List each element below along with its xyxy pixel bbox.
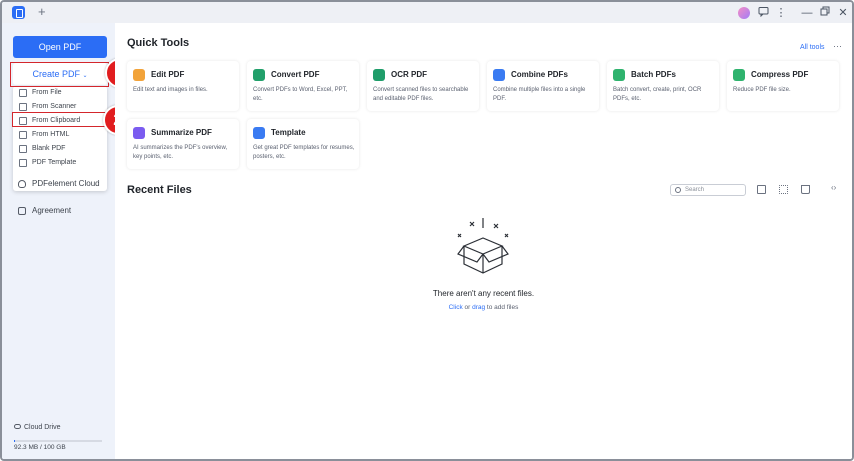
app-logo-icon bbox=[12, 6, 25, 19]
scanner-icon bbox=[19, 103, 27, 111]
empty-box-illustration bbox=[457, 218, 509, 274]
restore-icon[interactable] bbox=[818, 6, 832, 20]
add-tab-icon[interactable]: + bbox=[38, 4, 46, 19]
template-icon bbox=[19, 159, 27, 167]
more-options-icon[interactable]: ⋯ bbox=[833, 41, 842, 52]
recent-files-title: Recent Files bbox=[127, 184, 192, 196]
title-bar: + ⋮ — ✕ bbox=[2, 2, 852, 23]
avatar-icon[interactable] bbox=[738, 7, 750, 19]
card-title: Batch PDFs bbox=[631, 70, 676, 79]
card-title: Convert PDF bbox=[271, 70, 320, 79]
card-desc: Reduce PDF file size. bbox=[733, 87, 791, 93]
empty-hint: Click or drag to add files bbox=[115, 304, 852, 311]
card-desc: Get great PDF templates for resumes, pos… bbox=[253, 145, 355, 160]
search-input[interactable]: Search bbox=[670, 184, 746, 196]
card-desc: AI summarizes the PDF's overview, key po… bbox=[133, 145, 228, 160]
delete-icon[interactable] bbox=[801, 185, 810, 194]
card-desc: Convert PDFs to Word, Excel, PPT, etc. bbox=[253, 87, 348, 102]
card-desc: Combine multiple files into a single PDF… bbox=[493, 87, 586, 102]
menu-item-label: PDF Template bbox=[32, 159, 77, 166]
click-link[interactable]: Click bbox=[449, 304, 463, 311]
tool-card-edit-pdf[interactable]: Edit PDF Edit text and images in files. bbox=[127, 61, 239, 111]
edit-pdf-icon bbox=[133, 69, 145, 81]
create-pdf-menu: From File From Scanner From Clipboard Fr… bbox=[13, 86, 107, 191]
step2-highlight bbox=[12, 112, 108, 127]
tool-card-template[interactable]: Template Get great PDF templates for res… bbox=[247, 119, 359, 169]
menu-item-from-html[interactable]: From HTML bbox=[13, 128, 107, 142]
sidebar: Open PDF Create PDF ⌄ From File From Sca… bbox=[2, 23, 115, 459]
tool-card-batch-pdfs[interactable]: Batch PDFs Batch convert, create, print,… bbox=[607, 61, 719, 111]
tool-card-combine-pdfs[interactable]: Combine PDFs Combine multiple files into… bbox=[487, 61, 599, 111]
tool-card-compress-pdf[interactable]: Compress PDF Reduce PDF file size. bbox=[727, 61, 839, 111]
sidebar-item-label: Agreement bbox=[32, 206, 72, 215]
empty-message: There aren't any recent files. bbox=[432, 289, 535, 298]
more-icon[interactable]: ⋮ bbox=[774, 6, 788, 20]
storage-bar bbox=[14, 440, 102, 442]
hint-or: or bbox=[462, 304, 473, 311]
sidebar-item-label: PDFelement Cloud bbox=[32, 179, 100, 188]
card-desc: Convert scanned files to searchable and … bbox=[373, 87, 469, 102]
main-area: Quick Tools All tools ⋯ Edit PDF Edit te… bbox=[115, 23, 852, 459]
all-tools-link[interactable]: All tools bbox=[800, 44, 825, 51]
menu-item-label: Blank PDF bbox=[32, 145, 66, 152]
card-title: Compress PDF bbox=[751, 70, 809, 79]
open-pdf-button[interactable]: Open PDF bbox=[13, 36, 107, 58]
sidebar-item-pdfelement-cloud[interactable]: PDFelement Cloud bbox=[18, 178, 100, 190]
sidebar-item-agreement[interactable]: Agreement bbox=[18, 205, 71, 217]
tool-card-ocr-pdf[interactable]: OCR PDF Convert scanned files to searcha… bbox=[367, 61, 479, 111]
summarize-pdf-icon bbox=[133, 127, 145, 139]
combine-pdfs-icon bbox=[493, 69, 505, 81]
app-window: + ⋮ — ✕ Open PDF Create PDF ⌄ From File … bbox=[0, 0, 854, 461]
card-title: Template bbox=[271, 128, 306, 137]
cloud-icon bbox=[18, 180, 26, 188]
drag-link[interactable]: drag bbox=[472, 304, 485, 311]
minimize-icon[interactable]: — bbox=[800, 6, 814, 20]
blank-page-icon bbox=[19, 145, 27, 153]
grid-view-icon[interactable] bbox=[779, 185, 788, 194]
storage-text: 92.3 MB / 100 GB bbox=[14, 444, 66, 451]
menu-item-from-file[interactable]: From File bbox=[13, 86, 107, 100]
card-title: Combine PDFs bbox=[511, 70, 568, 79]
menu-item-label: From HTML bbox=[32, 131, 70, 138]
convert-pdf-icon bbox=[253, 69, 265, 81]
compress-pdf-icon bbox=[733, 69, 745, 81]
card-title: Summarize PDF bbox=[151, 128, 212, 137]
cloud-drive-label: Cloud Drive bbox=[24, 424, 61, 431]
card-title: Edit PDF bbox=[151, 70, 185, 79]
hint-to-add: to add files bbox=[485, 304, 519, 311]
folder-icon bbox=[19, 89, 27, 97]
menu-item-pdf-template[interactable]: PDF Template bbox=[13, 156, 107, 170]
step1-highlight bbox=[10, 62, 109, 87]
menu-item-label: From File bbox=[32, 89, 62, 96]
batch-pdfs-icon bbox=[613, 69, 625, 81]
agreement-icon bbox=[18, 207, 26, 215]
message-icon[interactable] bbox=[756, 6, 770, 20]
quick-tools-title: Quick Tools bbox=[127, 37, 190, 49]
tool-card-convert-pdf[interactable]: Convert PDF Convert PDFs to Word, Excel,… bbox=[247, 61, 359, 111]
menu-item-blank-pdf[interactable]: Blank PDF bbox=[13, 142, 107, 156]
menu-item-label: From Scanner bbox=[32, 103, 77, 110]
ocr-pdf-icon bbox=[373, 69, 385, 81]
html-icon bbox=[19, 131, 27, 139]
card-desc: Edit text and images in files. bbox=[133, 87, 208, 93]
cloud-drive-link[interactable]: Cloud Drive bbox=[14, 424, 61, 431]
cloud-drive-icon bbox=[14, 424, 21, 429]
list-view-icon[interactable] bbox=[757, 185, 766, 194]
card-title: OCR PDF bbox=[391, 70, 427, 79]
tool-card-summarize-pdf[interactable]: Summarize PDF AI summarizes the PDF's ov… bbox=[127, 119, 239, 169]
card-desc: Batch convert, create, print, OCR PDFs, … bbox=[613, 87, 702, 102]
search-placeholder: Search bbox=[685, 187, 705, 193]
storage-fill bbox=[14, 440, 15, 442]
template-tool-icon bbox=[253, 127, 265, 139]
collapse-icon[interactable]: ‹› bbox=[831, 183, 836, 192]
close-icon[interactable]: ✕ bbox=[836, 6, 850, 20]
search-icon bbox=[675, 187, 681, 193]
